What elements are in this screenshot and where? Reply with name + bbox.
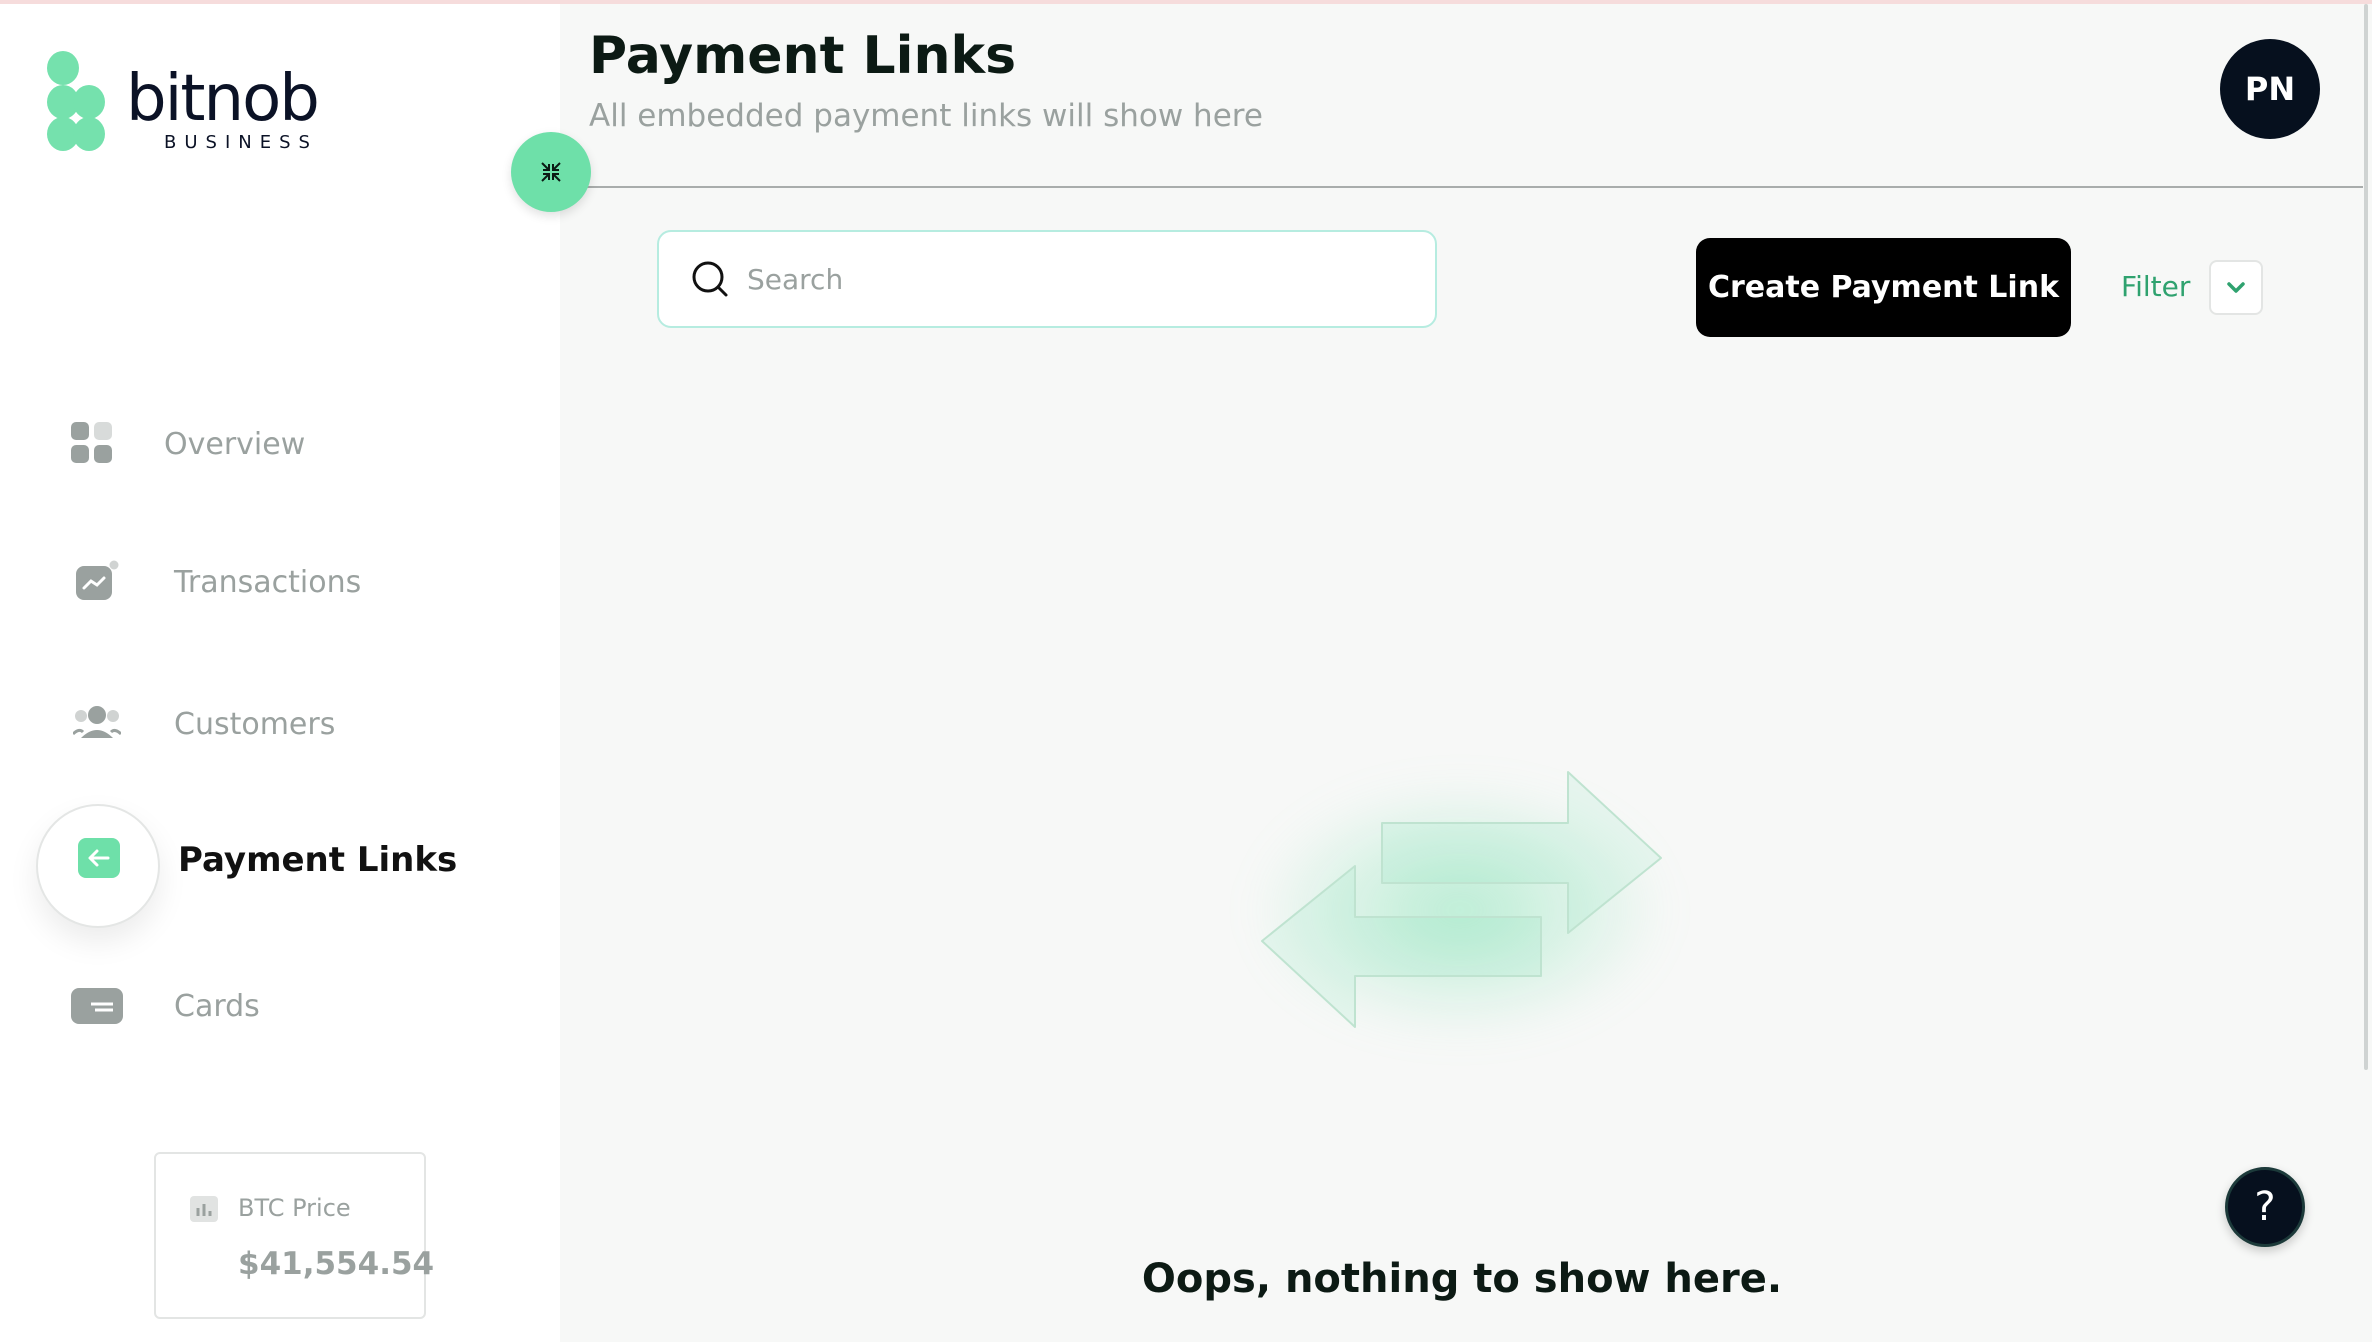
sidebar-item-overview[interactable]: Overview <box>0 414 520 474</box>
card-icon <box>71 988 123 1024</box>
sidebar-item-cards[interactable]: Cards <box>0 976 520 1036</box>
sidebar-item-label: Customers <box>174 706 336 742</box>
page-title: Payment Links <box>589 26 1017 86</box>
filter-dropdown-toggle[interactable] <box>2209 260 2263 315</box>
logo-mark-icon <box>47 51 105 151</box>
header-divider <box>560 186 2363 188</box>
exchange-arrows-icon <box>1261 771 1662 1028</box>
bar-chart-icon <box>190 1196 218 1222</box>
btc-price-label: BTC Price <box>238 1194 351 1222</box>
search-icon <box>692 261 728 297</box>
search-input[interactable] <box>747 262 1387 296</box>
empty-state-message: Oops, nothing to show here. <box>1141 1256 1783 1302</box>
chevron-down-icon <box>2227 281 2245 293</box>
sidebar-item-payment-links[interactable]: Payment Links <box>0 830 520 890</box>
sidebar-item-label: Cards <box>174 988 260 1024</box>
sidebar-item-transactions[interactable]: Transactions <box>0 552 520 612</box>
filter-button[interactable]: Filter <box>2121 270 2190 303</box>
avatar[interactable]: PN <box>2220 39 2320 139</box>
sidebar-item-label: Payment Links <box>178 840 458 880</box>
scrollbar[interactable] <box>2364 4 2368 1070</box>
search-field[interactable] <box>657 230 1437 328</box>
sidebar-item-customers[interactable]: Customers <box>0 694 520 754</box>
sidebar: bitnob BUSINESS Overview Transactions Cu… <box>0 4 560 1342</box>
bitnob-logo[interactable]: bitnob BUSINESS <box>46 50 320 160</box>
chart-line-icon <box>76 560 119 600</box>
collapse-sidebar-button[interactable] <box>511 132 591 212</box>
collapse-icon <box>541 162 561 182</box>
arrow-left-icon <box>78 838 120 878</box>
grid-icon <box>71 422 112 463</box>
sidebar-item-label: Overview <box>164 426 306 462</box>
page-subtitle: All embedded payment links will show her… <box>589 98 1263 134</box>
create-payment-link-button[interactable]: Create Payment Link <box>1696 238 2071 337</box>
sidebar-item-label: Transactions <box>174 564 362 600</box>
help-button[interactable]: ? <box>2225 1167 2305 1247</box>
users-icon <box>73 706 121 738</box>
